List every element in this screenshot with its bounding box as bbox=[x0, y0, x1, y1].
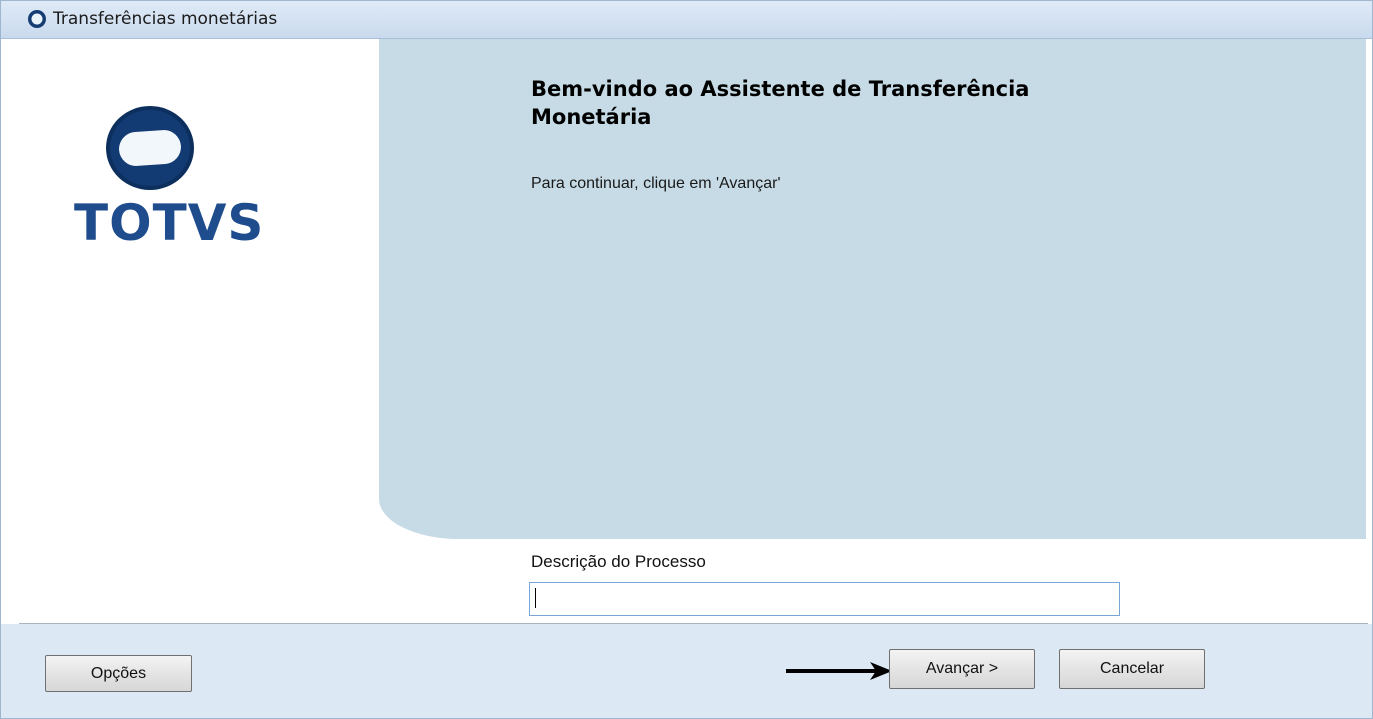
next-button[interactable]: Avançar > bbox=[889, 649, 1035, 689]
totvs-logo-text: TOTVS bbox=[74, 194, 265, 252]
wizard-instruction: Para continuar, clique em 'Avançar' bbox=[531, 175, 781, 192]
options-button[interactable]: Opções bbox=[45, 655, 192, 692]
wizard-window: Transferências monetárias TOTVS Bem-vind… bbox=[0, 0, 1373, 719]
app-icon bbox=[28, 10, 46, 28]
totvs-logo-icon bbox=[106, 106, 194, 190]
description-label: Descrição do Processo bbox=[531, 552, 706, 571]
title-bar: Transferências monetárias bbox=[1, 1, 1372, 39]
window-title: Transferências monetárias bbox=[53, 9, 278, 29]
wizard-heading: Bem-vindo ao Assistente de Transferência… bbox=[531, 77, 1030, 129]
text-caret bbox=[535, 588, 536, 608]
cancel-button[interactable]: Cancelar bbox=[1059, 649, 1205, 689]
branding-panel: TOTVS bbox=[19, 39, 380, 621]
right-arrow-icon bbox=[786, 662, 892, 680]
description-input[interactable] bbox=[529, 582, 1120, 616]
